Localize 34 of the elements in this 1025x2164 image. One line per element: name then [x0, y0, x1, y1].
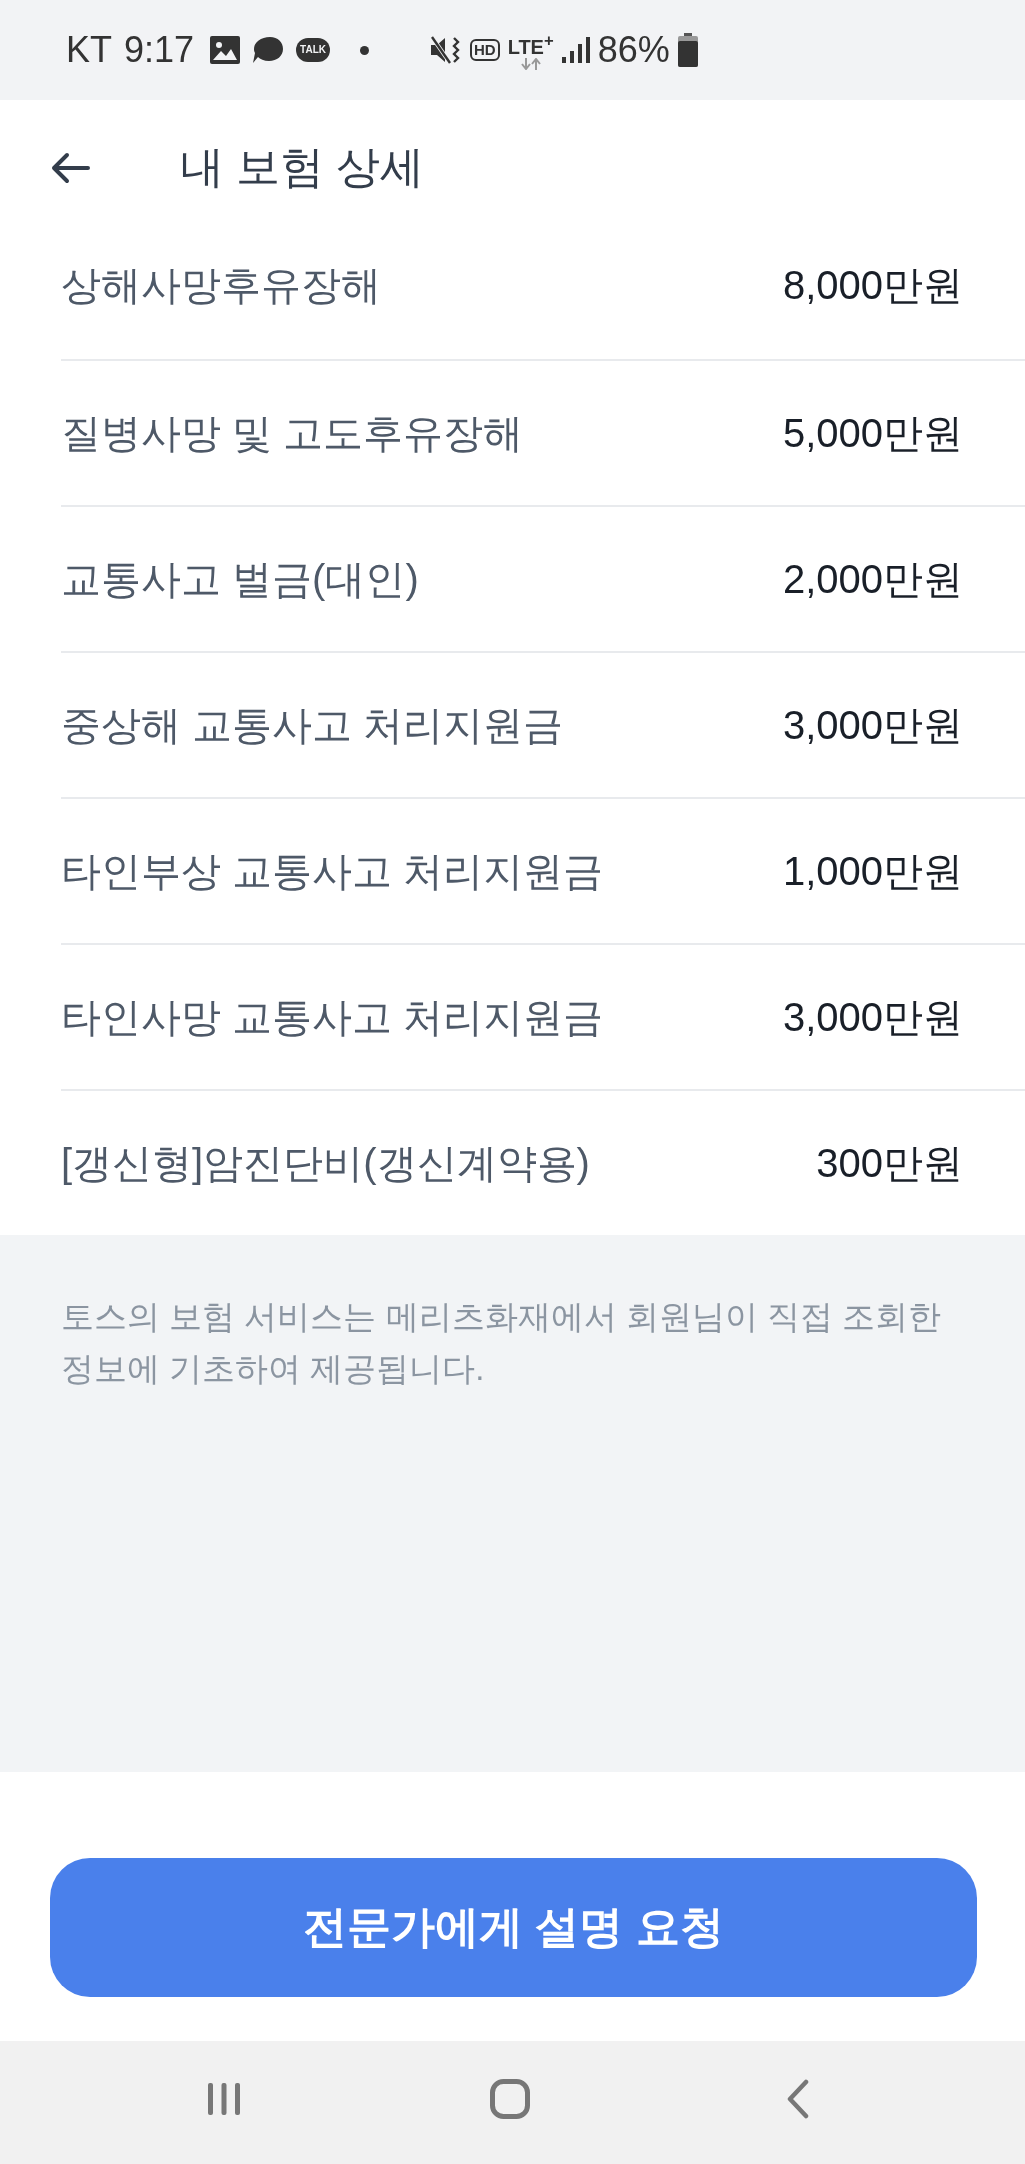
battery-icon	[677, 33, 698, 67]
coverage-amount: 1,000만원	[782, 847, 963, 895]
signal-icon	[561, 37, 590, 63]
coverage-amount: 3,000만원	[782, 701, 963, 749]
mute-vibrate-icon	[430, 35, 462, 65]
coverage-name: 상해사망후유장해	[61, 261, 381, 309]
coverage-name: [갱신형]암진단비(갱신계약용)	[61, 1139, 590, 1187]
coverage-amount: 2,000만원	[782, 555, 963, 603]
page-title: 내 보험 상세	[180, 141, 425, 193]
recent-apps-icon[interactable]	[206, 2081, 242, 2117]
coverage-amount: 3,000만원	[782, 993, 963, 1041]
coverage-amount: 8,000만원	[782, 261, 963, 309]
coverage-name: 타인사망 교통사고 처리지원금	[61, 993, 604, 1041]
image-icon	[210, 36, 241, 64]
coverage-amount: 300만원	[816, 1139, 963, 1187]
home-icon[interactable]	[490, 2079, 530, 2119]
hd-badge: HD	[470, 39, 500, 61]
network-type-text: LTE$^{+}$	[507, 30, 554, 58]
coverage-amount: 5,000만원	[782, 409, 963, 457]
chat-bubble-icon	[252, 36, 285, 64]
coverage-name: 타인부상 교통사고 처리지원금	[61, 847, 604, 895]
talk-badge: TALK	[296, 38, 330, 62]
coverage-name: 교통사고 벌금(대인)	[61, 555, 419, 603]
dot-icon	[360, 45, 369, 55]
battery-percent-text: 86%	[597, 30, 670, 70]
notice-text: 토스의 보험 서비스는 메리츠화재에서 회원님이 직접 조회한 정보에 기초하여 제공됩니다.	[61, 1297, 942, 1389]
data-arrows-icon	[520, 57, 541, 70]
coverage-name: 질병사망 및 고도후유장해	[61, 409, 524, 457]
request-explanation-button[interactable]: 전문가에게 설명 요청	[50, 1858, 977, 1997]
coverage-name: 중상해 교통사고 처리지원금	[61, 701, 564, 749]
back-arrow-icon[interactable]	[50, 151, 90, 184]
back-icon[interactable]	[786, 2079, 810, 2119]
clock-text: 9:17	[124, 30, 195, 70]
carrier-text: KT	[66, 30, 112, 70]
